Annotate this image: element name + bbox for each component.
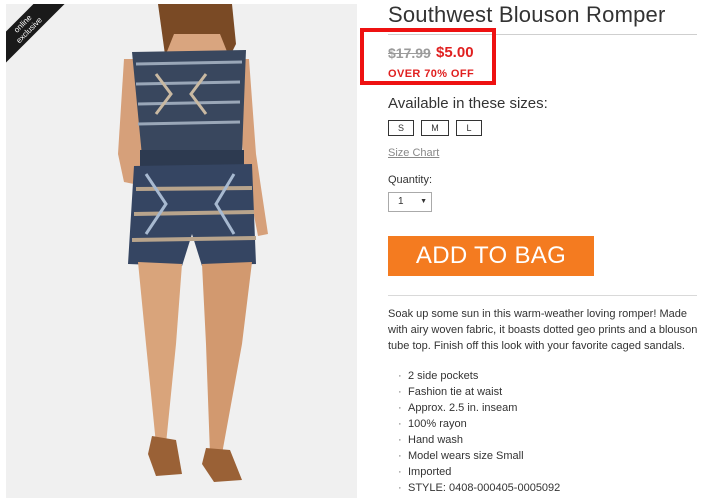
product-title: Southwest Blouson Romper <box>388 2 666 27</box>
model-photo <box>6 4 357 498</box>
feature-list: · 2 side pockets · Fashion tie at waist · A… <box>398 368 560 496</box>
description-divider <box>388 295 697 296</box>
list-item: · Approx. 2.5 in. inseam <box>398 402 518 414</box>
size-button-s[interactable]: S <box>388 120 414 136</box>
product-description: Soak up some sun in this warm-weather lo… <box>388 308 698 352</box>
online-exclusive-badge: online exclusive <box>6 4 66 64</box>
sizes-label: Available in these sizes: <box>388 95 548 112</box>
size-selector: S M L <box>388 120 482 136</box>
discount-label: OVER 70% OFF <box>388 68 475 80</box>
original-price: $17.99 <box>388 45 431 61</box>
quantity-value: 1 <box>398 196 404 207</box>
list-item: · Hand wash <box>398 434 464 446</box>
list-item: · Model wears size Small <box>398 450 524 462</box>
sale-price: $5.00 <box>436 44 474 61</box>
badge-line-1: online <box>12 13 34 35</box>
chevron-down-icon: ▼ <box>420 198 427 205</box>
list-item: · 2 side pockets <box>398 370 479 382</box>
size-button-m[interactable]: M <box>421 120 449 136</box>
product-image[interactable]: online exclusive <box>6 4 357 498</box>
list-item: · 100% rayon <box>398 418 467 430</box>
list-item: · Fashion tie at waist <box>398 386 503 398</box>
list-item: · Imported <box>398 466 452 478</box>
add-to-bag-button[interactable]: ADD TO BAG <box>388 236 594 276</box>
list-item: · STYLE: 0408-000405-0005092 <box>398 482 561 494</box>
quantity-select[interactable]: 1 ▼ <box>388 192 432 212</box>
quantity-label: Quantity: <box>388 174 433 186</box>
size-chart-link[interactable]: Size Chart <box>388 147 439 159</box>
size-button-l[interactable]: L <box>456 120 482 136</box>
